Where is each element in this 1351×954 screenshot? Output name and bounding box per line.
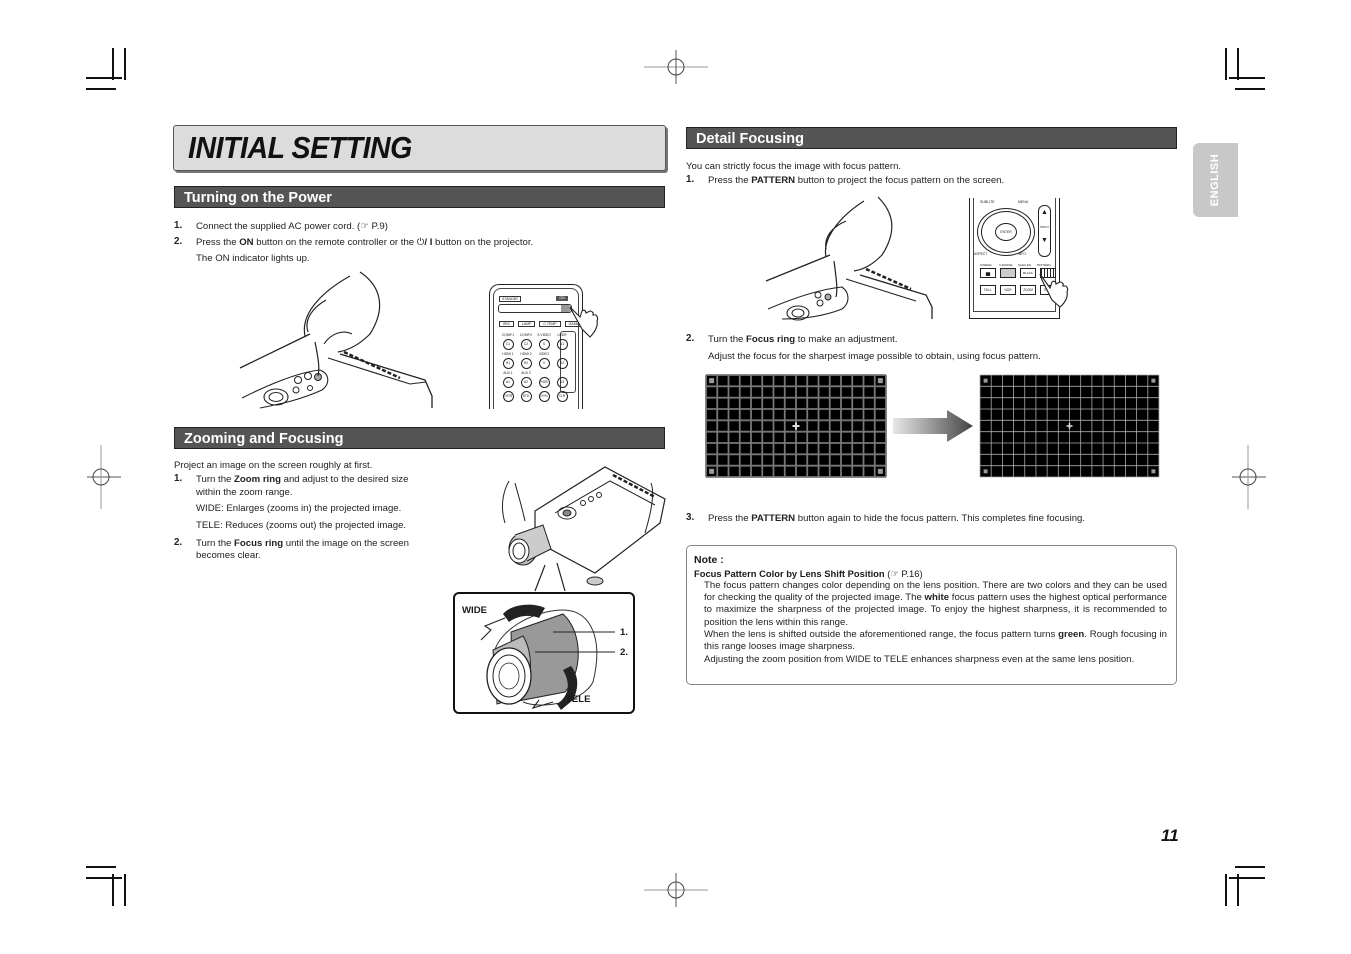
registration-mark xyxy=(1232,445,1266,509)
zoom-intro: Project an image on the screen roughly a… xyxy=(174,460,373,471)
corner-marker xyxy=(1151,378,1156,383)
crop-mark xyxy=(112,874,114,906)
section-heading-power: Turning on the Power xyxy=(174,186,665,208)
remote-bottom-row: THTR STD DYN CLR xyxy=(499,391,571,402)
detail-step-2: Turn the Focus ring to make an adjustmen… xyxy=(708,334,898,345)
power-button-row xyxy=(498,304,572,313)
crop-mark xyxy=(112,48,114,80)
detail-step-2-line2: Adjust the focus for the sharpest image … xyxy=(708,351,1041,362)
remote-pattern-row: CINEMA V-RANGE SLEG.ES PATTERN xyxy=(980,263,1051,267)
detail-step-1: Press the PATTERN button to project the … xyxy=(708,175,1005,186)
arrow-right-icon xyxy=(893,410,973,442)
projector-lens-illustration xyxy=(502,466,666,592)
crop-mark xyxy=(124,48,126,80)
note-label: Note : xyxy=(694,554,724,566)
zoom-step-2-line2: becomes clear. xyxy=(196,550,261,561)
zoom-ring-callout: 1. xyxy=(620,627,629,638)
cinema-button-icon: ▄ xyxy=(980,268,996,278)
corner-marker xyxy=(1151,469,1156,474)
corner-marker xyxy=(877,378,883,384)
crop-mark xyxy=(86,88,116,90)
crop-mark xyxy=(1225,48,1227,80)
page-title-box: INITIAL SETTING xyxy=(173,125,666,171)
registration-mark xyxy=(644,50,708,84)
note-paragraph-3: Adjusting the zoom position from WIDE to… xyxy=(704,654,1135,665)
section-heading-zoom: Zooming and Focusing xyxy=(174,427,665,449)
crop-mark xyxy=(86,877,122,879)
crop-mark xyxy=(1235,88,1265,90)
step-number: 2. xyxy=(686,333,695,344)
step-number: 1. xyxy=(686,174,695,185)
corner-marker xyxy=(709,468,715,474)
detail-intro: You can strictly focus the image with fo… xyxy=(686,161,902,172)
crop-mark xyxy=(1237,48,1239,80)
vrange-button-icon xyxy=(1000,268,1016,278)
step-number: 3. xyxy=(686,512,695,523)
projector-pattern-illustration xyxy=(765,196,933,321)
focus-pattern-blurred xyxy=(705,374,887,478)
registration-mark xyxy=(87,445,121,509)
crop-mark xyxy=(86,77,122,79)
reference-icon: ☞ xyxy=(360,221,369,232)
remote-button-grid: COMP.1 COMP.2 S-VIDEO USER C1 C2 S U1 HDMI 1 HD… xyxy=(499,333,571,388)
pointing-hand-icon xyxy=(569,306,599,338)
power-note-line: The ON indicator lights up. xyxy=(196,253,310,264)
power-step-1: Connect the supplied AC power cord. (☞ P… xyxy=(196,221,388,232)
crop-mark xyxy=(1229,877,1265,879)
on-button-label: ON xyxy=(556,296,568,301)
power-step-2: Press the ON button on the remote contro… xyxy=(196,237,534,248)
step-number: 1. xyxy=(174,473,183,484)
corner-marker xyxy=(983,469,988,474)
zoom-step-1-line2: within the zoom range. xyxy=(196,487,293,498)
crop-mark xyxy=(1235,866,1265,868)
zoom-step-1: Turn the Zoom ring and adjust to the des… xyxy=(196,474,409,485)
crop-mark xyxy=(1229,77,1265,79)
pointing-hand-icon xyxy=(1039,273,1069,308)
focus-pattern-sharp xyxy=(979,374,1160,478)
note-paragraph-2: When the lens is shifted outside the afo… xyxy=(704,629,1167,653)
step-number: 1. xyxy=(174,220,183,231)
tele-label: TELE xyxy=(566,694,591,705)
crop-mark xyxy=(124,874,126,906)
corner-marker xyxy=(877,468,883,474)
section-heading-detail: Detail Focusing xyxy=(686,127,1177,149)
registration-mark xyxy=(644,873,708,907)
projector-power-illustration xyxy=(239,271,433,409)
focus-ring-callout: 2. xyxy=(620,647,629,658)
page-title: INITIAL SETTING xyxy=(188,130,412,165)
crop-mark xyxy=(1237,874,1239,906)
wide-label: WIDE xyxy=(462,605,488,616)
detail-step-3: Press the PATTERN button again to hide t… xyxy=(708,513,1086,524)
zoom-step-2: Turn the Focus ring until the image on t… xyxy=(196,538,409,549)
language-tab-label: ENGLISH xyxy=(1209,153,1222,207)
enter-button: ENTER xyxy=(995,223,1017,241)
corner-marker xyxy=(983,378,988,383)
corner-marker xyxy=(709,378,715,384)
crop-mark xyxy=(86,866,116,868)
page-number: 11 xyxy=(1161,826,1179,845)
step-number: 2. xyxy=(174,236,183,247)
note-paragraph-1: The focus pattern changes color dependin… xyxy=(704,580,1167,628)
crop-mark xyxy=(1225,874,1227,906)
reference-icon: ☞ xyxy=(890,568,899,579)
wide-description: WIDE: Enlarges (zooms in) the projected … xyxy=(196,503,402,514)
tele-description: TELE: Reduces (zooms out) the projected … xyxy=(196,520,407,531)
step-number: 2. xyxy=(174,537,183,548)
note-subtitle: Focus Pattern Color by Lens Shift Positi… xyxy=(694,568,923,579)
standby-button-label: STANDBY xyxy=(499,296,522,302)
